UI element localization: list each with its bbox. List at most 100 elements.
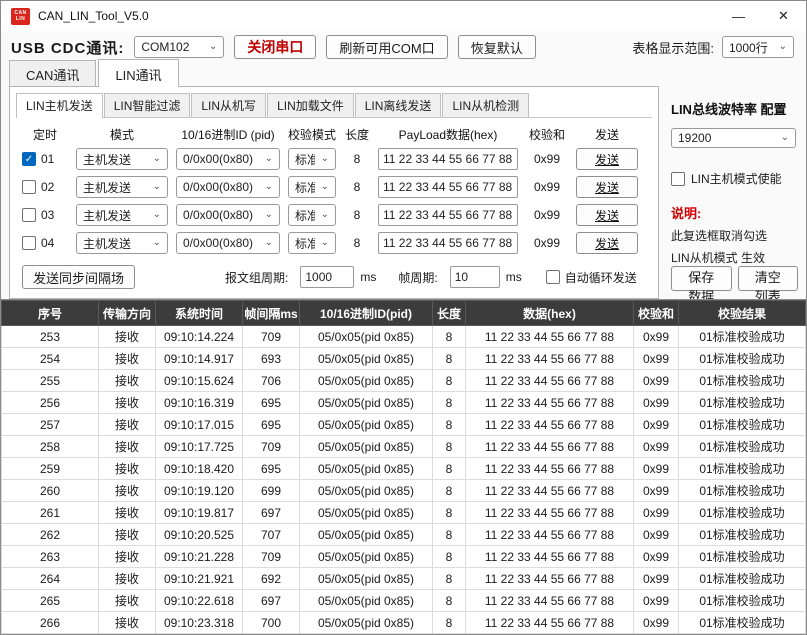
clear-list-button[interactable]: 清空列表: [738, 266, 799, 291]
payload-input[interactable]: [378, 176, 518, 198]
column-header: 长度: [433, 301, 466, 326]
table-cell-c-sum: 0x99: [634, 370, 679, 392]
checksum-value: 0x99: [526, 180, 568, 194]
table-cell-c-result: 01标准校验成功: [679, 546, 806, 568]
send-button[interactable]: 发送: [576, 148, 638, 170]
column-header: 10/16进制ID(pid): [300, 301, 433, 326]
save-data-button[interactable]: 保存数据: [671, 266, 732, 291]
sub-tab-1[interactable]: LIN智能过滤: [104, 93, 191, 117]
content-area: LIN主机发送LIN智能过滤LIN从机写LIN加载文件LIN离线发送LIN从机检…: [1, 87, 806, 299]
check-mode-select[interactable]: 标准⌄: [288, 176, 336, 198]
group-period-input[interactable]: [300, 266, 354, 288]
timer-checkbox[interactable]: [22, 180, 36, 194]
id-select[interactable]: 0/0x00(0x80)⌄: [176, 232, 280, 254]
config-bottom-bar: 发送同步间隔场 报文组周期: ms 帧周期: ms 自动循环发送: [10, 265, 658, 289]
length-value: 8: [344, 180, 370, 194]
table-range-select[interactable]: 1000行 ⌄: [722, 36, 794, 58]
table-cell-c-time: 09:10:16.319: [156, 392, 243, 414]
table-cell-c-num: 265: [2, 590, 99, 612]
table-cell-c-num: 262: [2, 524, 99, 546]
chevron-down-icon: ⌄: [153, 210, 161, 220]
table-cell-c-num: 259: [2, 458, 99, 480]
table-cell-c-id: 05/0x05(pid 0x85): [300, 568, 433, 590]
com-port-select[interactable]: COM102 ⌄: [134, 36, 224, 58]
column-header: 校验和: [634, 301, 679, 326]
chevron-down-icon: ⌄: [321, 238, 329, 248]
send-button[interactable]: 发送: [576, 232, 638, 254]
config-row: 04主机发送⌄0/0x00(0x80)⌄标准⌄80x99发送: [10, 229, 658, 257]
length-value: 8: [344, 208, 370, 222]
check-mode-select[interactable]: 标准⌄: [288, 148, 336, 170]
frame-period-input[interactable]: [450, 266, 500, 288]
baud-rate-select[interactable]: 19200 ⌄: [671, 128, 796, 148]
send-button[interactable]: 发送: [576, 176, 638, 198]
column-header: 系统时间: [156, 301, 243, 326]
table-row[interactable]: 262接收09:10:20.52570705/0x05(pid 0x85)811…: [2, 524, 806, 546]
mode-select[interactable]: 主机发送⌄: [76, 204, 168, 226]
column-header: 数据(hex): [466, 301, 634, 326]
table-row[interactable]: 253接收09:10:14.22470905/0x05(pid 0x85)811…: [2, 326, 806, 348]
chevron-down-icon: ⌄: [153, 154, 161, 164]
refresh-com-button[interactable]: 刷新可用COM口: [326, 35, 447, 59]
chevron-down-icon: ⌄: [321, 154, 329, 164]
table-cell-c-len: 8: [433, 370, 466, 392]
table-row[interactable]: 260接收09:10:19.12069905/0x05(pid 0x85)811…: [2, 480, 806, 502]
sub-tab-4[interactable]: LIN离线发送: [355, 93, 442, 117]
check-mode-select[interactable]: 标准⌄: [288, 204, 336, 226]
sub-tab-2[interactable]: LIN从机写: [191, 93, 266, 117]
table-row[interactable]: 259接收09:10:18.42069505/0x05(pid 0x85)811…: [2, 458, 806, 480]
send-sync-gap-button[interactable]: 发送同步间隔场: [22, 265, 135, 289]
table-cell-c-time: 09:10:14.224: [156, 326, 243, 348]
table-cell-c-result: 01标准校验成功: [679, 414, 806, 436]
app-icon: CAN LIN: [11, 8, 30, 25]
mode-select[interactable]: 主机发送⌄: [76, 148, 168, 170]
close-button[interactable]: ✕: [761, 1, 806, 31]
checksum-value: 0x99: [526, 152, 568, 166]
sub-tab-5[interactable]: LIN从机检测: [442, 93, 529, 117]
table-row[interactable]: 255接收09:10:15.62470605/0x05(pid 0x85)811…: [2, 370, 806, 392]
restore-default-button[interactable]: 恢复默认: [458, 35, 536, 59]
sub-tab-3[interactable]: LIN加载文件: [267, 93, 354, 117]
master-mode-checkbox[interactable]: [671, 172, 685, 186]
timer-checkbox[interactable]: ✓: [22, 152, 36, 166]
timer-checkbox[interactable]: [22, 208, 36, 222]
table-row[interactable]: 266接收09:10:23.31870005/0x05(pid 0x85)811…: [2, 612, 806, 634]
main-tab-0[interactable]: CAN通讯: [9, 60, 96, 87]
table-row[interactable]: 258接收09:10:17.72570905/0x05(pid 0x85)811…: [2, 436, 806, 458]
table-row[interactable]: 265接收09:10:22.61869705/0x05(pid 0x85)811…: [2, 590, 806, 612]
header-checksum: 校验和: [526, 126, 568, 143]
table-cell-c-len: 8: [433, 502, 466, 524]
minimize-button[interactable]: —: [716, 1, 761, 31]
auto-loop-checkbox[interactable]: [546, 270, 560, 284]
frame-period-label: 帧周期:: [398, 269, 437, 286]
mode-select[interactable]: 主机发送⌄: [76, 176, 168, 198]
table-row[interactable]: 257接收09:10:17.01569505/0x05(pid 0x85)811…: [2, 414, 806, 436]
timer-checkbox[interactable]: [22, 236, 36, 250]
header-id: 10/16进制ID (pid): [176, 126, 280, 143]
table-row[interactable]: 263接收09:10:21.22870905/0x05(pid 0x85)811…: [2, 546, 806, 568]
column-header: 帧间隔ms: [243, 301, 300, 326]
id-select[interactable]: 0/0x00(0x80)⌄: [176, 176, 280, 198]
main-tab-1[interactable]: LIN通讯: [98, 59, 178, 87]
send-button[interactable]: 发送: [576, 204, 638, 226]
table-cell-c-dir: 接收: [99, 458, 156, 480]
table-cell-c-num: 264: [2, 568, 99, 590]
close-serial-button[interactable]: 关闭串口: [234, 35, 316, 59]
check-mode-select[interactable]: 标准⌄: [288, 232, 336, 254]
table-row[interactable]: 254接收09:10:14.91769305/0x05(pid 0x85)811…: [2, 348, 806, 370]
table-cell-c-id: 05/0x05(pid 0x85): [300, 348, 433, 370]
payload-input[interactable]: [378, 148, 518, 170]
mode-select[interactable]: 主机发送⌄: [76, 232, 168, 254]
payload-input[interactable]: [378, 204, 518, 226]
table-row[interactable]: 264接收09:10:21.92169205/0x05(pid 0x85)811…: [2, 568, 806, 590]
table-cell-c-sum: 0x99: [634, 348, 679, 370]
table-row[interactable]: 256接收09:10:16.31969505/0x05(pid 0x85)811…: [2, 392, 806, 414]
table-range-value: 1000行: [729, 39, 768, 56]
sub-tab-0[interactable]: LIN主机发送: [16, 93, 103, 118]
note-line-2: LIN从机模式 生效: [671, 249, 798, 266]
id-select[interactable]: 0/0x00(0x80)⌄: [176, 148, 280, 170]
id-select[interactable]: 0/0x00(0x80)⌄: [176, 204, 280, 226]
table-cell-c-data: 11 22 33 44 55 66 77 88: [466, 546, 634, 568]
payload-input[interactable]: [378, 232, 518, 254]
table-row[interactable]: 261接收09:10:19.81769705/0x05(pid 0x85)811…: [2, 502, 806, 524]
